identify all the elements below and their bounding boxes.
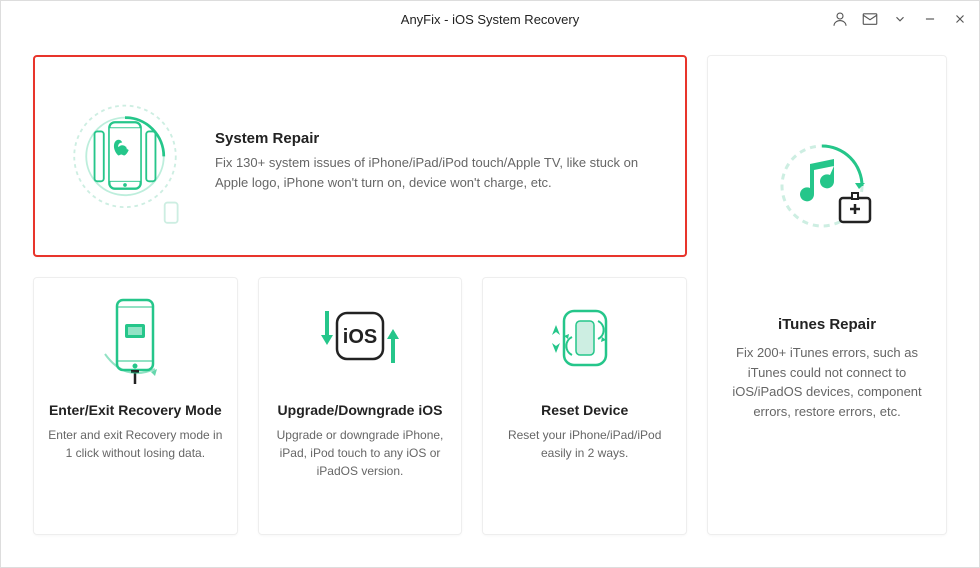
itunes-repair-card[interactable]: iTunes Repair Fix 200+ iTunes errors, su… <box>707 55 947 535</box>
app-window: AnyFix - iOS System Recovery <box>0 0 980 568</box>
system-repair-card[interactable]: System Repair Fix 130+ system issues of … <box>33 55 687 257</box>
account-icon[interactable] <box>831 10 849 28</box>
reset-device-icon <box>497 294 672 384</box>
card-desc: Fix 130+ system issues of iPhone/iPad/iP… <box>215 153 655 192</box>
card-title: Enter/Exit Recovery Mode <box>49 402 222 418</box>
system-repair-icon <box>65 91 185 231</box>
mail-icon[interactable] <box>861 10 879 28</box>
card-title: System Repair <box>215 130 655 147</box>
card-desc: Upgrade or downgrade iPhone, iPad, iPod … <box>273 426 448 480</box>
left-column: System Repair Fix 130+ system issues of … <box>33 55 687 535</box>
window-title: AnyFix - iOS System Recovery <box>401 12 579 27</box>
upgrade-downgrade-icon: iOS <box>273 294 448 384</box>
card-desc: Enter and exit Recovery mode in 1 click … <box>48 426 223 462</box>
card-desc: Fix 200+ iTunes errors, such as iTunes c… <box>724 343 930 421</box>
recovery-mode-card[interactable]: Enter/Exit Recovery Mode Enter and exit … <box>33 277 238 535</box>
system-repair-text: System Repair Fix 130+ system issues of … <box>215 130 655 192</box>
card-title: Reset Device <box>541 402 628 418</box>
upgrade-downgrade-card[interactable]: iOS Upgrade/Downgrade iOS Upgrade or dow… <box>258 277 463 535</box>
reset-device-card[interactable]: Reset Device Reset your iPhone/iPad/iPod… <box>482 277 687 535</box>
card-title: Upgrade/Downgrade iOS <box>278 402 443 418</box>
titlebar: AnyFix - iOS System Recovery <box>1 1 979 37</box>
minimize-button[interactable] <box>921 10 939 28</box>
chevron-down-icon[interactable] <box>891 10 909 28</box>
close-button[interactable] <box>951 10 969 28</box>
bottom-row: Enter/Exit Recovery Mode Enter and exit … <box>33 277 687 535</box>
recovery-mode-icon <box>48 294 223 384</box>
right-column: iTunes Repair Fix 200+ iTunes errors, su… <box>707 55 947 535</box>
itunes-repair-icon <box>724 86 930 296</box>
main-content: System Repair Fix 130+ system issues of … <box>1 37 979 567</box>
card-title: iTunes Repair <box>778 316 876 333</box>
titlebar-controls <box>831 1 969 37</box>
svg-text:iOS: iOS <box>343 326 377 348</box>
card-desc: Reset your iPhone/iPad/iPod easily in 2 … <box>497 426 672 462</box>
